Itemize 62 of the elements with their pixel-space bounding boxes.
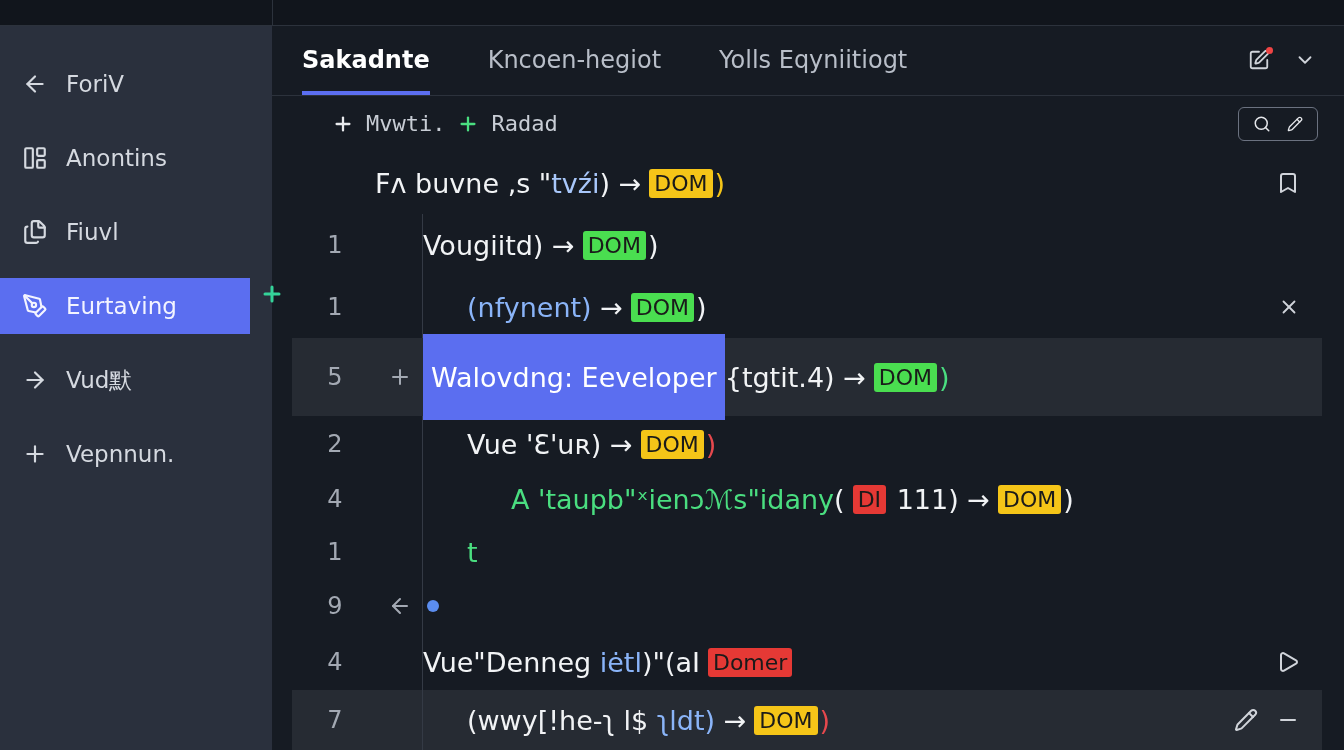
pen-icon xyxy=(22,293,48,319)
line-number: 1 xyxy=(327,231,343,259)
code-text: iėtl xyxy=(598,646,642,678)
action-label[interactable]: Mvwti. xyxy=(366,111,446,137)
code-text: Vougiitd) → xyxy=(423,229,575,261)
layout-icon xyxy=(22,145,48,171)
code-text: ) xyxy=(939,361,950,393)
pencil-icon[interactable] xyxy=(1287,115,1303,132)
tab[interactable]: Kncoen-hegiot xyxy=(487,26,662,95)
tag: DOM xyxy=(754,705,818,735)
code-text: t xyxy=(467,536,478,568)
code-text: {tgtit.4) → xyxy=(724,361,866,393)
sidebar-item[interactable]: Vepnnun. xyxy=(0,426,250,482)
tab[interactable]: Sakadnte xyxy=(302,26,430,95)
tag: DOM xyxy=(630,292,695,322)
sidebar-item[interactable]: ForiV xyxy=(0,56,250,112)
tag: DOM xyxy=(997,484,1062,514)
tag: DI xyxy=(852,484,887,514)
search-icon[interactable] xyxy=(1253,114,1271,133)
code-text: ) xyxy=(696,291,707,323)
code-text: → xyxy=(722,704,747,736)
sidebar-item[interactable]: Anontins xyxy=(0,130,250,186)
line-number: 9 xyxy=(327,592,343,620)
code-text: ) xyxy=(1063,483,1074,515)
code-text: ) xyxy=(819,704,831,736)
line-number: 7 xyxy=(327,706,343,734)
tag: DOM xyxy=(640,429,704,459)
code-text: Vue 'Ɛ'uʀ) → xyxy=(467,428,633,460)
pencil-icon[interactable] xyxy=(1234,708,1258,732)
code-text: ) xyxy=(647,229,659,261)
sidebar-item[interactable]: Eurtaving xyxy=(0,278,250,334)
code-text: Vue"Denneg xyxy=(423,646,592,678)
code-text: A 'taupb"ˣienɔℳs"idany xyxy=(511,483,835,515)
line-number: 4 xyxy=(327,485,343,513)
line-number: 5 xyxy=(327,363,343,391)
tag: DOM xyxy=(873,362,938,392)
code-text: ʅldt) xyxy=(655,704,716,736)
sidebar-item[interactable]: Fiuvl xyxy=(0,204,250,260)
tag: DOM xyxy=(649,168,713,198)
files-icon xyxy=(22,219,48,245)
edit-icon[interactable] xyxy=(1248,49,1270,72)
code-text: 111) → xyxy=(895,483,990,515)
line-number: 4 xyxy=(327,648,343,676)
code-text: ) xyxy=(714,167,726,199)
code-text: )"(aI xyxy=(641,646,700,678)
code-text: (wwy[!he-ʅ l$ xyxy=(467,704,649,736)
code-text: ( xyxy=(834,483,845,515)
line-number: 1 xyxy=(327,538,343,566)
code-text: ) → xyxy=(599,167,642,199)
tag: Domer xyxy=(707,647,793,677)
sidebar-item[interactable]: Vud默 xyxy=(0,352,250,408)
line-number: 2 xyxy=(327,430,343,458)
line-number: 1 xyxy=(327,293,343,321)
code-text: (nfynent) xyxy=(467,291,592,323)
tag: DOM xyxy=(582,230,646,260)
code-text: Fᴧ buvne ,s " xyxy=(375,167,552,199)
action-label[interactable]: Radad xyxy=(491,111,558,137)
tab[interactable]: Yolls Eqyniitiogt xyxy=(719,26,908,95)
code-text: ) xyxy=(705,428,717,460)
code-text: tvźi xyxy=(551,167,600,199)
code-text: → xyxy=(599,291,623,323)
selected-text: Walovdng: Eeveloper xyxy=(423,334,725,420)
